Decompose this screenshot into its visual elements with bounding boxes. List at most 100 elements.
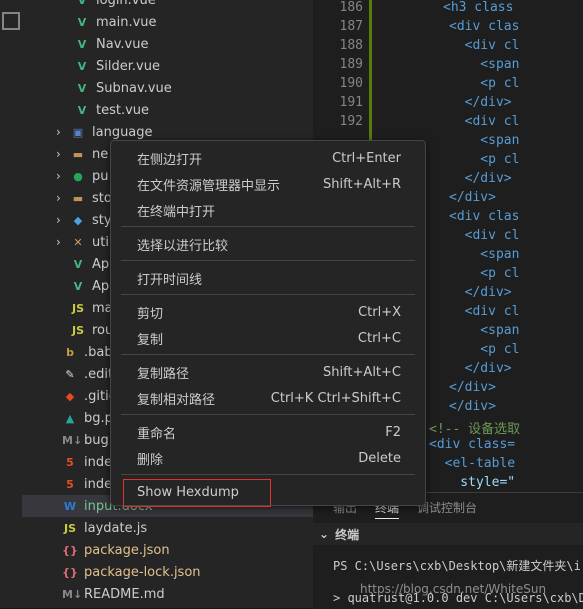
code-line: style=" xyxy=(429,475,515,490)
html-file-icon: 5 xyxy=(66,477,74,491)
code-line: <p cl xyxy=(449,266,519,281)
terminal-header[interactable]: ⌄ 终端 xyxy=(313,523,583,545)
menu-separator xyxy=(121,226,415,227)
code-line: <el-table xyxy=(429,456,515,471)
html-file-icon: 5 xyxy=(66,455,74,469)
code-line: </div> xyxy=(449,95,512,110)
explorer-item[interactable]: V Nav.vue xyxy=(22,33,313,55)
activity-bar xyxy=(0,0,22,608)
code-line: <p cl xyxy=(449,76,519,91)
menu-item[interactable]: 选择以进行比较 xyxy=(111,231,425,257)
explorer-item[interactable]: JS laydate.js xyxy=(22,517,313,539)
menu-item-shortcut: Shift+Alt+C xyxy=(322,364,401,380)
chevron-right-icon[interactable]: › xyxy=(56,147,68,161)
menu-item[interactable]: 打开时间线 xyxy=(111,265,425,291)
code-token: <span xyxy=(449,57,520,72)
vue-file-icon: V xyxy=(77,37,87,51)
menu-item[interactable]: 复制路径 Shift+Alt+C xyxy=(111,359,425,385)
explorer-item[interactable]: Vtest.vue xyxy=(22,99,313,121)
menu-item-shortcut: Ctrl+C xyxy=(357,330,401,346)
code-token: <span xyxy=(449,323,520,338)
code-line: <div clas xyxy=(449,209,519,224)
explorer-item[interactable]: {}package.jsonM xyxy=(22,539,313,561)
menu-item-label: 在侧边打开 xyxy=(137,152,203,168)
code-line: <div cl xyxy=(449,38,520,53)
explorer-item-label: test.vue xyxy=(96,102,150,118)
explorer-item-label: pu xyxy=(92,168,109,184)
js-file-icon: JS xyxy=(71,323,84,337)
menu-item[interactable]: 剪切 Ctrl+X xyxy=(111,299,425,325)
menu-item-shortcut: Shift+Alt+R xyxy=(323,176,401,192)
explorer-item[interactable]: Vlogin.vue xyxy=(22,0,313,11)
menu-item[interactable]: 在终端中打开 xyxy=(111,197,425,223)
markdown-file-icon: M↓ xyxy=(62,433,83,447)
explorer-item[interactable]: {}package-lock.jsonM xyxy=(22,561,313,583)
menu-separator xyxy=(121,354,415,355)
menu-item[interactable]: 在侧边打开 Ctrl+Enter xyxy=(111,145,425,171)
code-token: </div> xyxy=(449,380,496,395)
code-token: <!-- 设备选取 xyxy=(429,422,521,437)
code-token: <p cl xyxy=(449,342,520,357)
line-number: 190 xyxy=(339,76,363,91)
chevron-right-icon[interactable]: › xyxy=(56,191,68,205)
menu-item-shortcut: F2 xyxy=(385,424,401,440)
menu-item[interactable]: 在文件资源管理器中显示 Shift+Alt+R xyxy=(111,171,425,197)
code-token: </div> xyxy=(449,95,512,110)
explorer-item-label: README.md xyxy=(84,586,165,602)
extensions-icon[interactable] xyxy=(2,12,20,30)
code-token: <p cl xyxy=(449,266,520,281)
line-number: 186 xyxy=(339,0,363,15)
code-line: <div class= xyxy=(429,437,515,452)
menu-item[interactable]: Show Hexdump xyxy=(111,479,425,505)
explorer-item-label: sty xyxy=(92,212,112,228)
chevron-right-icon[interactable]: › xyxy=(56,125,68,139)
menu-item-label: 剪切 xyxy=(137,306,164,322)
chevron-right-icon[interactable]: › xyxy=(56,169,68,183)
menu-item[interactable]: 删除 Delete xyxy=(111,445,425,471)
watermark: https://blog.csdn.net/WhiteSun xyxy=(360,582,547,596)
menu-separator xyxy=(121,294,415,295)
explorer-item-label: login.vue xyxy=(96,0,156,8)
code-token: <div clas xyxy=(449,209,520,224)
code-line: </div> xyxy=(449,399,496,414)
chevron-down-icon[interactable]: ⌄ xyxy=(319,527,329,541)
terminal-title: 终端 xyxy=(335,527,360,542)
explorer-item[interactable]: Vmain.vue xyxy=(22,11,313,33)
code-line: <span xyxy=(449,247,519,262)
code-line: <span xyxy=(449,323,519,338)
folder-icon: ▬ xyxy=(72,147,84,161)
explorer-item-label: ne xyxy=(92,146,109,162)
explorer-item[interactable]: V Subnav.vue xyxy=(22,77,313,99)
terminal-line: PS C:\Users\cxb\Desktop\新建文件夹\i xyxy=(333,559,581,573)
vue-file-icon: V xyxy=(77,103,87,117)
markdown-file-icon: M↓ xyxy=(62,587,83,601)
code-line: </div> xyxy=(449,171,512,186)
code-token: <span xyxy=(449,247,520,262)
code-token: <div clas xyxy=(449,19,520,34)
code-token: </div> xyxy=(449,190,496,205)
code-line: <div cl xyxy=(449,114,520,129)
code-token: <p cl xyxy=(449,76,520,91)
menu-item[interactable]: 复制 Ctrl+C xyxy=(111,325,425,351)
menu-item-shortcut: Ctrl+Enter xyxy=(332,150,401,166)
code-line: <p cl xyxy=(449,342,519,357)
explorer-item[interactable]: V Silder.vue xyxy=(22,55,313,77)
menu-item[interactable]: 重命名 F2 xyxy=(111,419,425,445)
menu-item[interactable]: 复制相对路径 Ctrl+K Ctrl+Shift+C xyxy=(111,385,425,411)
chevron-right-icon[interactable]: › xyxy=(56,213,68,227)
menu-item-label: 在文件资源管理器中显示 xyxy=(137,178,281,194)
code-line: <span xyxy=(449,133,519,148)
tab-debug-console[interactable]: 调试控制台 xyxy=(417,499,477,516)
code-token: style=" xyxy=(429,475,516,490)
editorconfig-icon: ✎ xyxy=(65,367,75,381)
explorer-item-label: .edit xyxy=(84,366,114,382)
chevron-right-icon[interactable]: › xyxy=(56,235,68,249)
code-token: <h3 class xyxy=(443,0,514,15)
explorer-item-label: uti xyxy=(92,234,109,250)
explorer-item[interactable]: M↓ README.md xyxy=(22,583,313,605)
explorer-item-label: package-lock.json xyxy=(84,564,201,580)
image-file-icon: ▲ xyxy=(65,411,75,425)
explorer-item-label: language xyxy=(92,124,153,140)
code-token: <div cl xyxy=(449,114,520,129)
vue-file-icon: V xyxy=(73,279,83,293)
